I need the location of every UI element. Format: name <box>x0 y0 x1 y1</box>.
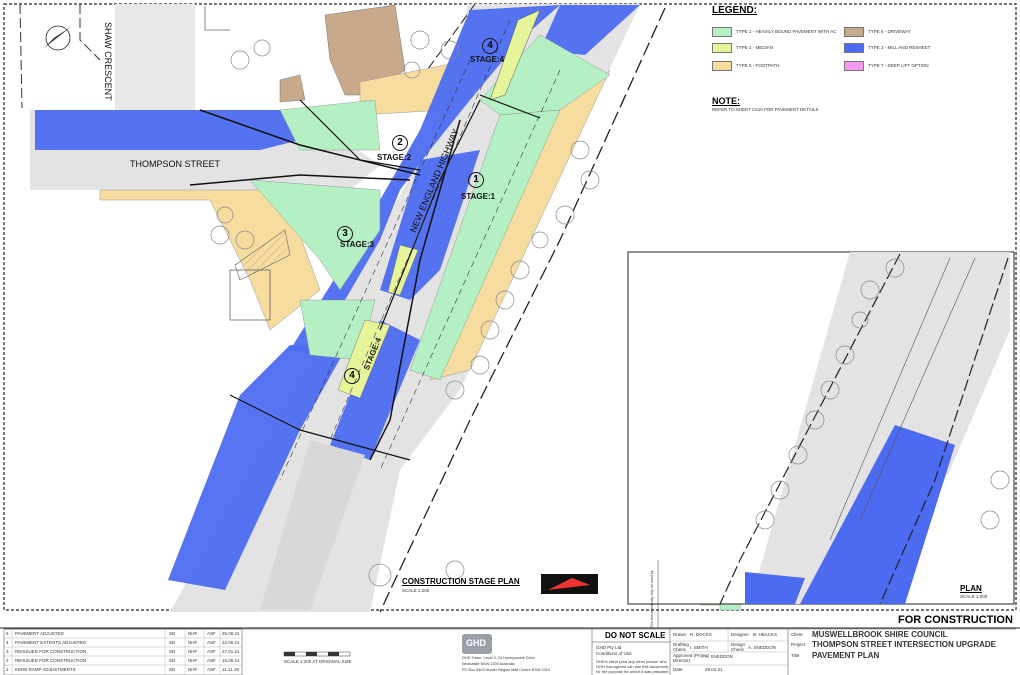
revision-chk: NHF <box>188 658 198 663</box>
road-shoulder <box>30 150 100 190</box>
revision-date: 15.05.21 <box>222 658 240 663</box>
mill-resheet-area <box>35 110 300 150</box>
revision-app: ASF <box>207 649 216 654</box>
plan-scale: SCALE 1:200 <box>960 594 988 599</box>
legend-swatch-type5 <box>712 61 732 71</box>
drawn-value: R. DOCKS <box>690 632 712 637</box>
revision-desc: PAVEMENT ADJUSTED <box>15 631 64 636</box>
side-text: This document may only be used by <box>650 570 654 628</box>
stage-1-circle: 1 <box>468 172 484 188</box>
revision-chk: NHF <box>188 649 198 654</box>
drafting-check-label: Drafting Check <box>673 642 689 652</box>
stage-2-label: STAGE:2 <box>377 153 412 162</box>
stage-3-label: STAGE:3 <box>340 240 375 249</box>
revision-by: SD <box>169 640 176 645</box>
revision-app: ASF <box>207 658 216 663</box>
revision-by: SD <box>169 658 176 663</box>
stage-4-label-top: STAGE:4 <box>470 55 505 64</box>
stage-2-circle: 2 <box>392 135 408 151</box>
title-label: Title <box>791 653 800 658</box>
revision-app: ASF <box>207 667 216 672</box>
drawn-label: Drawn <box>673 632 687 637</box>
legend-swatch-type2 <box>844 43 864 53</box>
legend-label-type2: TYPE 2 - MILL AND RESHEET <box>868 45 931 50</box>
property-boundary <box>19 3 23 109</box>
client-label: Client <box>791 632 803 637</box>
project-value: THOMPSON STREET INTERSECTION UPGRADE <box>812 640 997 649</box>
project-label: Project <box>791 642 806 647</box>
do-not-scale-label: DO NOT SCALE <box>605 631 666 640</box>
legend-swatch-type7 <box>844 61 864 71</box>
design-check-label: Design Check <box>731 642 746 652</box>
legend-label-type1: TYPE 1 - HEAVILY BOUND PAVEMENT WITH AC <box>736 29 837 34</box>
design-check-value: A. SNEDDON <box>748 645 777 650</box>
note-title: NOTE: <box>712 96 740 106</box>
street-label-shaw-crescent: SHAW CRESCENT <box>103 22 113 101</box>
pavement-plan-drawing <box>0 3 1020 675</box>
revision-chk: NHF <box>188 631 198 636</box>
revision-by: SD <box>169 649 176 654</box>
street-label-thompson-street: THOMPSON STREET <box>130 159 221 169</box>
legend-label-type5: TYPE 5 - FOOTPATH <box>736 63 780 68</box>
property-boundary <box>79 4 101 61</box>
conditions-title: GHD Pty Ltd <box>596 645 622 650</box>
stage-4-circle-bottom: 4 <box>344 368 360 384</box>
north-arrow <box>44 25 72 51</box>
legend-swatch-type1 <box>712 27 732 37</box>
legend-label-type6: TYPE 6 - DRIVEWAY <box>868 29 912 34</box>
revision-desc: PAVEMENT EXTENTS ADJUSTED <box>15 640 86 645</box>
stage-4-circle-top: 4 <box>482 38 498 54</box>
revision-rev: 2 <box>6 658 9 663</box>
scale-bar-label: SCALE 1:200 AT ORIGINAL SIZE <box>284 659 352 664</box>
date-value: 28.04.21 <box>705 667 723 672</box>
revision-rev: 3 <box>6 649 9 654</box>
note-text: REFER TO SHEET C510 FOR PAVEMENT DETAILS <box>712 107 819 112</box>
scale-bar <box>283 651 351 657</box>
stage-1-label: STAGE:1 <box>461 192 496 201</box>
revision-date: 25.06.21 <box>222 631 240 636</box>
revision-by: SD <box>169 667 176 672</box>
conditions-subtitle: Conditions of Use <box>596 651 632 656</box>
revision-date: 22.06.21 <box>222 640 240 645</box>
revision-date: 11.11.19 <box>222 667 239 672</box>
ghd-address-2: Newcastle NSW 2300 Australia <box>462 662 515 666</box>
legend-label-type4: TYPE 4 - MEDIAN <box>736 45 774 50</box>
revision-desc: REISSUED FOR CONSTRUCTION <box>15 649 87 654</box>
ghd-address-1: GHD Tower, Level 3, 24 Honeysuckle Drive <box>462 656 535 660</box>
construction-stage-plan-scale: SCALE 1:200 <box>402 588 430 593</box>
legend-title: LEGEND: <box>712 5 757 16</box>
driveway-area <box>279 74 306 103</box>
revision-rev: 5 <box>6 631 9 636</box>
revision-app: ASF <box>207 640 216 645</box>
revision-chk: NHF <box>188 640 198 645</box>
revision-rev: 4 <box>6 640 9 645</box>
revision-desc: KERB RAMP ADJUSTMENTS <box>15 667 76 672</box>
revision-rev: 1 <box>6 667 9 672</box>
revision-app: ASF <box>207 631 216 636</box>
for-construction-label: FOR CONSTRUCTION <box>898 614 1013 626</box>
revision-chk: NHF <box>188 667 198 672</box>
client-value: MUSWELLBROOK SHIRE COUNCIL <box>812 630 948 639</box>
revision-desc: REISSUED FOR CONSTRUCTION <box>15 658 87 663</box>
legend-label-type7: TYPE 7 - DEEP LIFT OPTION <box>868 63 929 68</box>
approved-value: A. SNEDDON <box>705 654 734 659</box>
ghd-address-3: PO Box 5403 Hunter Region Mail Centre NS… <box>462 668 551 672</box>
designer-value: B. HBACKS <box>753 632 778 637</box>
legend-swatch-type6 <box>844 27 864 37</box>
title-value: PAVEMENT PLAN <box>812 651 880 660</box>
building-outline <box>204 6 230 31</box>
designer-label: Designer <box>731 632 750 637</box>
revision-by: SD <box>169 631 176 636</box>
legend-swatch-type4 <box>712 43 732 53</box>
shaw-road-base <box>115 4 195 110</box>
drafting-check-value: I. SMITH <box>690 645 708 650</box>
ghd-logo-text: GHD <box>466 638 486 648</box>
revision-date: 27.01.21 <box>222 649 240 654</box>
date-label: Date <box>673 667 683 672</box>
plan-title: PLAN <box>960 584 982 593</box>
construction-stage-plan-title: CONSTRUCTION STAGE PLAN <box>402 577 520 586</box>
conditions-text-3: for the purpose for which it was prepare… <box>596 669 669 674</box>
